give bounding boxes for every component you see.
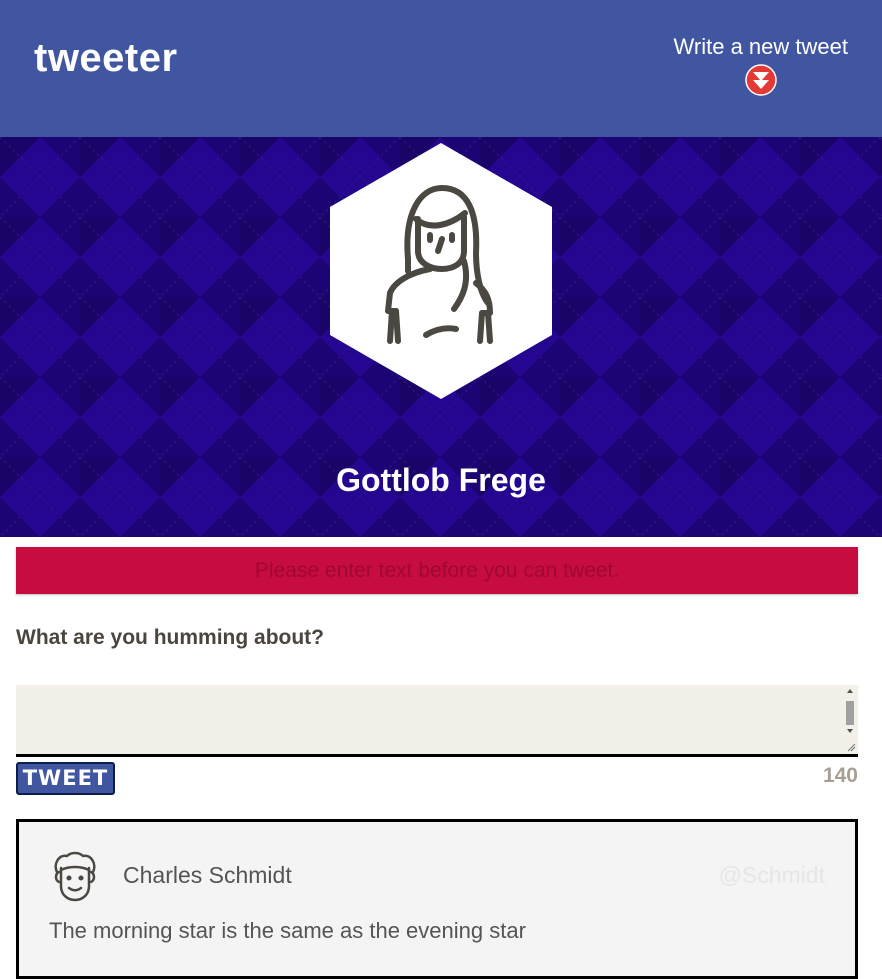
- curly-hair-man-avatar-icon: [54, 851, 96, 902]
- tweet-author-name: Charles Schmidt: [123, 862, 292, 888]
- profile-name: Gottlob Frege: [336, 462, 546, 498]
- textarea-scrollbar[interactable]: [844, 687, 856, 753]
- profile-banner: Gottlob Frege: [0, 137, 882, 537]
- double-chevron-down-icon[interactable]: [745, 64, 777, 101]
- error-message-bar: Please enter text before you can tweet.: [16, 547, 858, 594]
- tweet-submit-button[interactable]: TWEET: [16, 762, 115, 795]
- tweet-textarea[interactable]: [16, 685, 858, 754]
- character-counter: 140: [822, 764, 858, 787]
- tweet-body: The morning star is the same as the even…: [49, 918, 526, 943]
- tweet-textarea-container: [16, 685, 858, 757]
- write-new-tweet-label[interactable]: Write a new tweet: [674, 34, 848, 60]
- write-new-tweet-toggle[interactable]: Write a new tweet: [674, 34, 848, 101]
- tweet-card: Charles Schmidt @Schmidt The morning sta…: [16, 819, 858, 979]
- compose-prompt: What are you humming about?: [16, 626, 324, 649]
- tweet-author-handle: @Schmidt: [718, 862, 825, 888]
- woman-avatar-icon: [330, 143, 552, 399]
- top-nav-bar: tweeter Write a new tweet: [0, 0, 882, 137]
- brand-logo[interactable]: tweeter: [34, 36, 178, 81]
